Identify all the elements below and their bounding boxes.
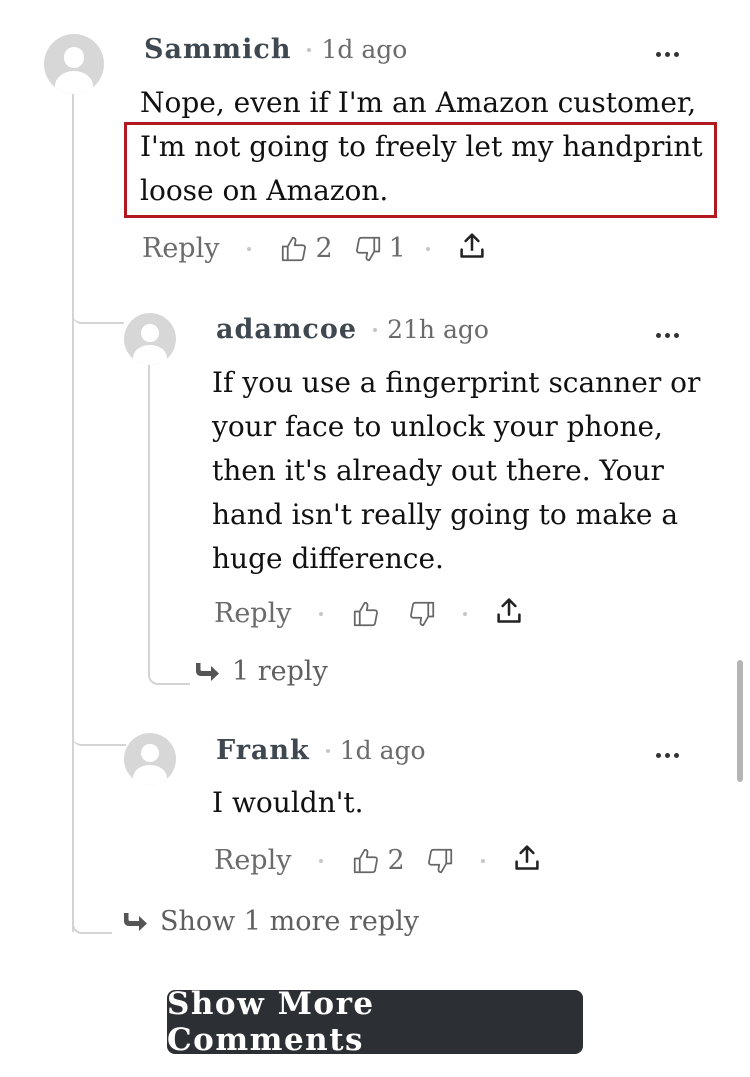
- avatar[interactable]: [124, 313, 176, 365]
- thread-branch: [72, 280, 124, 324]
- username[interactable]: Sammich: [144, 34, 291, 65]
- timestamp: 1d ago: [321, 35, 408, 64]
- avatar[interactable]: [124, 733, 176, 785]
- share-icon: [497, 598, 522, 623]
- timestamp: 1d ago: [339, 736, 426, 765]
- upvote-button[interactable]: 2: [351, 845, 405, 876]
- reply-button[interactable]: Reply: [142, 233, 219, 264]
- thumbs-up-icon: [354, 848, 379, 873]
- scrollbar[interactable]: [737, 660, 743, 782]
- upvote-button[interactable]: 2: [279, 233, 333, 264]
- avatar[interactable]: [44, 34, 104, 94]
- comment-actions: Reply: [214, 595, 523, 632]
- share-button[interactable]: [495, 595, 523, 632]
- share-icon: [460, 233, 484, 258]
- more-options-icon[interactable]: [656, 325, 679, 345]
- thumbs-up-icon: [354, 601, 379, 626]
- replies-count: 1 reply: [232, 656, 328, 687]
- show-more-comments-button[interactable]: Show More Comments: [167, 986, 583, 1058]
- comment-meta: Frank 1d ago: [216, 735, 426, 766]
- comment-meta: Sammich 1d ago: [144, 34, 407, 65]
- show-more-replies-link[interactable]: Show 1 more reply: [122, 906, 419, 937]
- more-options-icon[interactable]: [656, 44, 679, 64]
- reply-button[interactable]: Reply: [214, 598, 291, 629]
- downvote-button[interactable]: [407, 599, 443, 629]
- downvote-button[interactable]: 1: [353, 233, 406, 264]
- reply-button[interactable]: Reply: [214, 845, 291, 876]
- comment-text: I wouldn't.: [212, 786, 364, 819]
- highlight-box: [124, 122, 717, 218]
- timestamp: 21h ago: [387, 315, 489, 344]
- comments-page: Sammich 1d ago Nope, even if I'm an Amaz…: [0, 0, 750, 1077]
- thumbs-down-icon: [355, 236, 380, 261]
- comment-actions: Reply 2: [214, 842, 541, 879]
- share-button[interactable]: [458, 230, 486, 267]
- comment-text: If you use a fingerprint scanner or your…: [212, 366, 701, 575]
- comment-meta: adamcoe 21h ago: [216, 314, 489, 345]
- thumbs-down-icon: [427, 848, 452, 873]
- upvote-button[interactable]: [351, 599, 387, 629]
- view-replies-link[interactable]: 1 reply: [194, 656, 328, 687]
- upvote-count: 2: [387, 845, 405, 876]
- upvote-count: 2: [315, 233, 333, 264]
- thread-branch: [72, 880, 112, 934]
- thread-line: [148, 364, 150, 664]
- thumbs-down-icon: [410, 601, 435, 626]
- username[interactable]: adamcoe: [216, 314, 357, 345]
- thread-line: [72, 92, 74, 932]
- reply-arrow-icon: [124, 912, 147, 931]
- downvote-count: 1: [388, 233, 406, 264]
- username[interactable]: Frank: [216, 735, 310, 766]
- comment-actions: Reply 2 1: [142, 230, 486, 267]
- downvote-button[interactable]: [425, 846, 461, 876]
- share-icon: [515, 845, 539, 870]
- thread-branch: [72, 700, 126, 746]
- thread-branch: [148, 640, 190, 685]
- share-button[interactable]: [513, 842, 541, 879]
- reply-arrow-icon: [196, 662, 219, 681]
- show-more-replies-label: Show 1 more reply: [160, 906, 419, 937]
- thumbs-up-icon: [282, 236, 307, 261]
- more-options-icon[interactable]: [656, 745, 679, 765]
